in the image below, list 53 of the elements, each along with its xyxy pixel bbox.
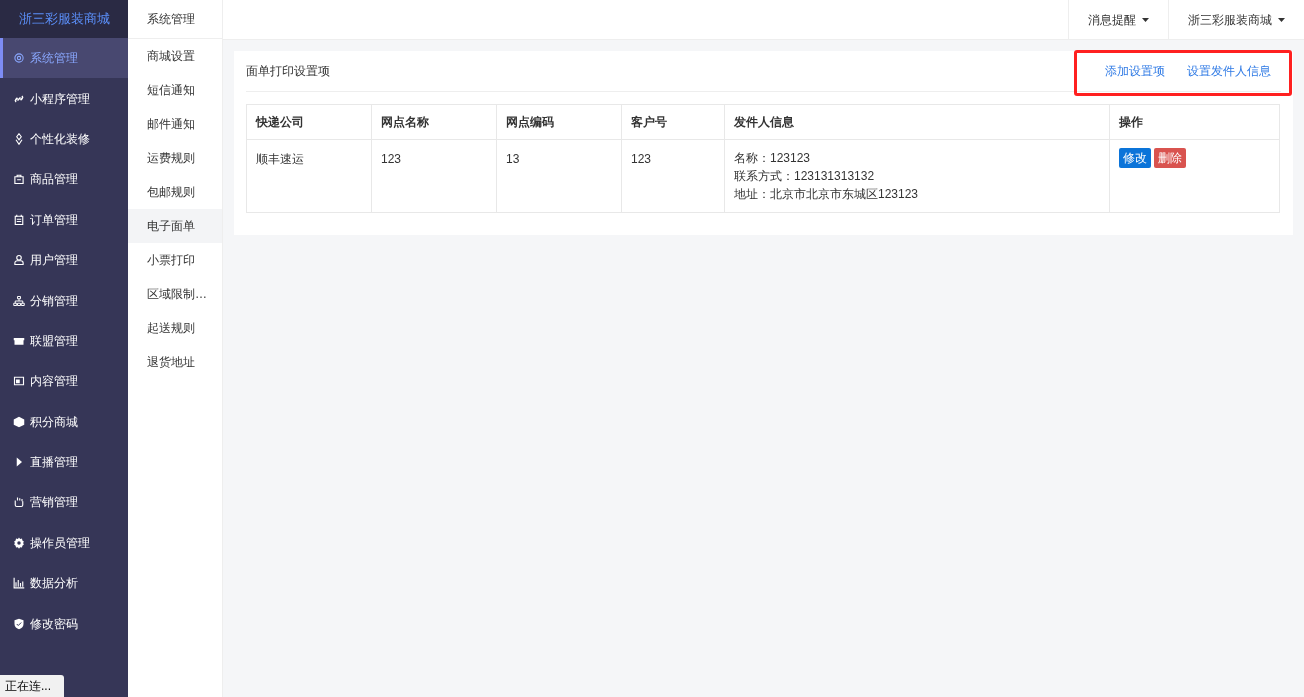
sidebar-item[interactable]: 直播管理 — [0, 441, 128, 483]
status-tooltip: 正在连... — [0, 675, 64, 697]
dropdown-menu[interactable]: 消息提醒 — [1068, 0, 1168, 39]
diamond-icon — [13, 132, 25, 145]
gear-icon — [13, 536, 25, 549]
gear-icon — [13, 52, 25, 65]
panel-title: 面单打印设置项 — [246, 63, 330, 80]
column-header: 操作 — [1109, 104, 1280, 140]
submenu-item[interactable]: 电子面单 — [128, 209, 222, 243]
column-header: 发件人信息 — [724, 104, 1110, 140]
sidebar-item[interactable]: 内容管理 — [0, 361, 128, 402]
action-link[interactable]: 设置发件人信息 — [1187, 62, 1271, 80]
sidebar-item[interactable]: 个性化装修 — [0, 118, 128, 160]
sidebar-item[interactable]: 小程序管理 — [0, 78, 128, 119]
caret-icon — [1278, 17, 1285, 22]
clipboard-icon — [13, 213, 25, 226]
delete-button[interactable]: 删除 — [1154, 148, 1186, 168]
sidebar-item[interactable]: 营销管理 — [0, 482, 128, 523]
dropdown-menu[interactable]: 浙三彩服装商城 — [1168, 0, 1304, 39]
sender-info-line: 地址：北京市北京市东城区123123 — [734, 186, 919, 203]
edit-button[interactable]: 修改 — [1119, 148, 1151, 168]
brand-title: 浙三彩服装商城 — [0, 0, 128, 38]
column-header: 网点编码 — [496, 104, 622, 140]
sidebar-item[interactable]: 系统管理 — [0, 38, 128, 79]
sidebar-item[interactable]: 商品管理 — [0, 159, 128, 200]
table-cell: 123 — [621, 139, 725, 213]
action-link[interactable]: 添加设置项 — [1105, 62, 1165, 80]
cube-icon — [13, 415, 25, 428]
sidebar-item[interactable]: 联盟管理 — [0, 320, 128, 362]
column-header: 客户号 — [621, 104, 725, 140]
bag-icon — [13, 173, 25, 186]
hand-icon — [13, 496, 25, 509]
sidebar-item[interactable]: 分销管理 — [0, 280, 128, 321]
column-header: 快递公司 — [246, 104, 372, 140]
user-icon — [13, 254, 25, 267]
window-icon — [13, 375, 25, 388]
sidebar-item[interactable]: 操作员管理 — [0, 522, 128, 564]
sidebar-item[interactable]: 修改密码 — [0, 603, 128, 644]
sidebar-item[interactable]: 积分商城 — [0, 401, 128, 442]
link-icon — [13, 92, 25, 105]
table-cell: 顺丰速运 — [246, 139, 372, 213]
sender-info-line: 联系方式：123131313132 — [734, 168, 875, 185]
table-cell: 13 — [496, 139, 622, 213]
sidebar-item[interactable]: 用户管理 — [0, 239, 128, 281]
sidebar-item[interactable]: 数据分析 — [0, 563, 128, 604]
shield-icon — [13, 617, 25, 630]
sidebar-item[interactable]: 订单管理 — [0, 199, 128, 240]
bar-chart-icon — [13, 577, 25, 590]
caret-icon — [1142, 17, 1149, 22]
column-header: 网点名称 — [371, 104, 497, 140]
sitemap-icon — [13, 294, 25, 307]
table-cell: 123 — [371, 139, 497, 213]
sender-info-line: 名称：123123 — [734, 150, 811, 167]
